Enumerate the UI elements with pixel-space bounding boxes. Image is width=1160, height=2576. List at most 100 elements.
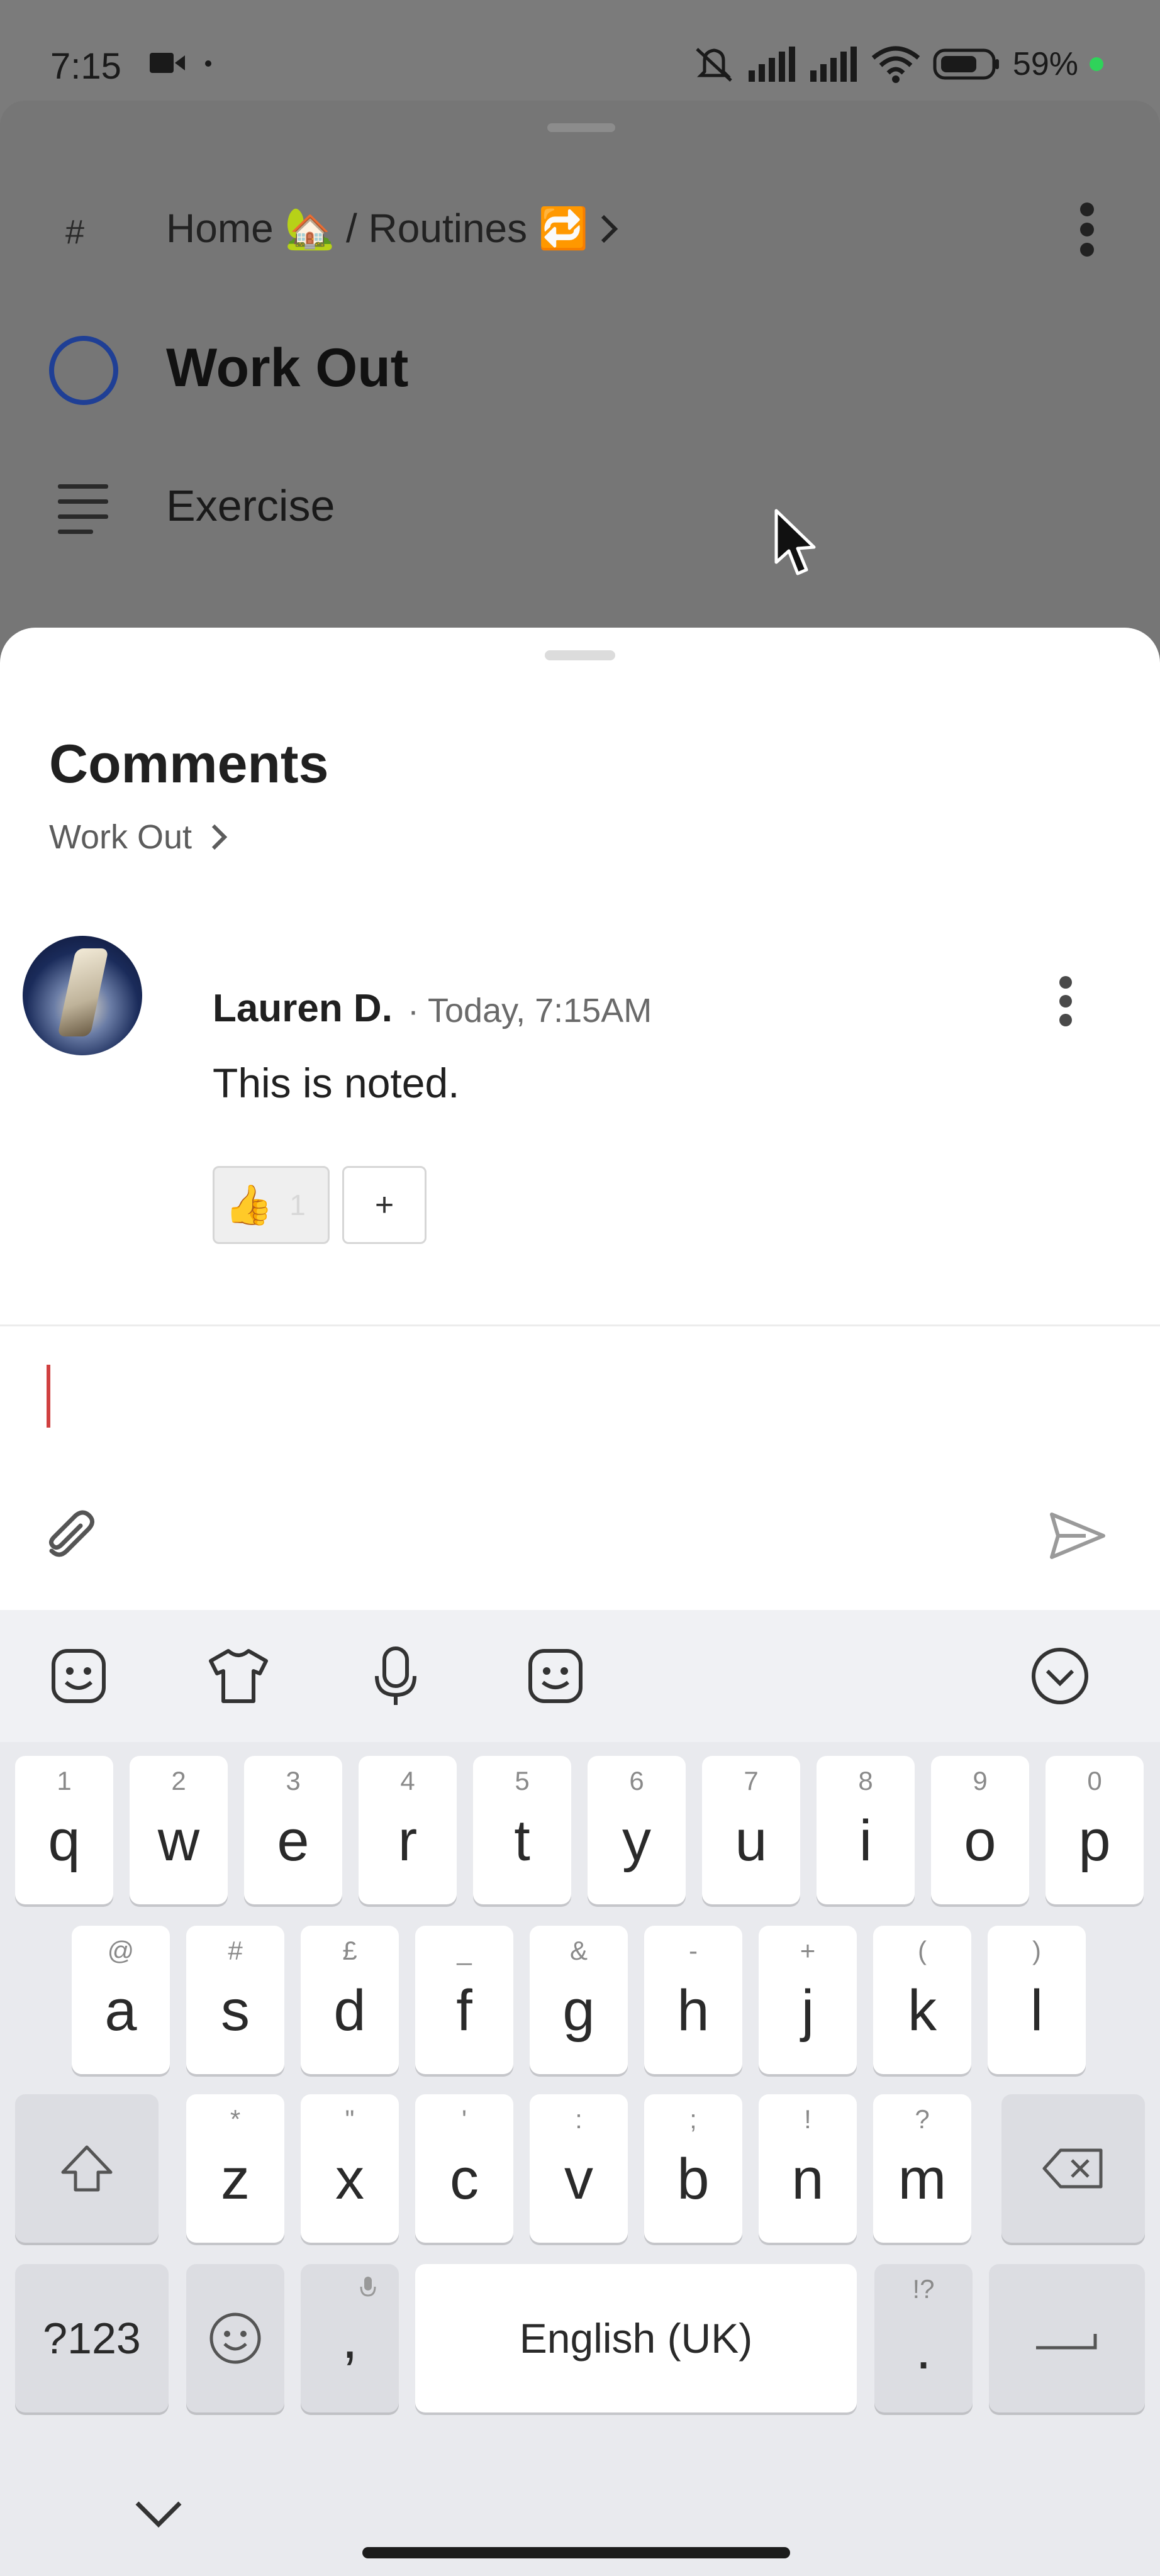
key-e[interactable]: 3e: [244, 1756, 342, 1904]
task-sheet-handle[interactable]: [547, 123, 615, 132]
key-hint: !: [804, 2104, 811, 2134]
home-indicator[interactable]: [362, 2547, 790, 2558]
key-m[interactable]: ? m: [873, 2094, 971, 2243]
key-v[interactable]: :v: [530, 2094, 628, 2243]
key-u[interactable]: 7u: [702, 1756, 800, 1904]
key-l[interactable]: ) l: [988, 1926, 1086, 2074]
breadcrumb-text: Home 🏡 / Routines 🔁: [166, 206, 589, 251]
status-time: 7:15: [50, 46, 121, 87]
key-i[interactable]: 8i: [817, 1756, 915, 1904]
key-hint: 7: [744, 1766, 759, 1796]
soft-keyboard: 1 q 2 w 3 e 4 r 5 t 6 y 7 u 8 i 9 o 0 p @ a # s £ d _ f & g - h + j(k) l * z…: [0, 1610, 1160, 2576]
shift-icon: [61, 2145, 113, 2192]
newline-icon: [1036, 2334, 1097, 2350]
key-label: ,: [342, 2306, 358, 2370]
task-description[interactable]: Exercise: [166, 480, 335, 531]
key-a[interactable]: @ a: [72, 1926, 170, 2074]
key-x[interactable]: " x: [301, 2094, 399, 2243]
key-label: a: [104, 1978, 137, 2043]
chevron-right-icon: [211, 824, 228, 850]
key-label: j: [801, 1978, 815, 2043]
reaction-thumbs-up-button[interactable]: 👍 1: [213, 1166, 330, 1244]
key-p[interactable]: 0p: [1046, 1756, 1144, 1904]
key-z[interactable]: * z: [186, 2094, 284, 2243]
comma-key[interactable]: ,: [301, 2264, 399, 2412]
microphone-icon[interactable]: [361, 1641, 430, 1711]
task-title[interactable]: Work Out: [166, 337, 408, 399]
key-f[interactable]: _ f: [415, 1926, 513, 2074]
key-label: t: [514, 1808, 530, 1873]
key-hint: 4: [400, 1766, 415, 1796]
comment-item: Lauren D. · Today, 7:15AM This is noted.…: [0, 936, 1160, 1244]
key-h[interactable]: -h: [644, 1926, 742, 2074]
more-options-icon[interactable]: [1078, 203, 1096, 257]
notification-dot-icon: [205, 60, 211, 67]
key-hint: 1: [57, 1766, 72, 1796]
comment-input[interactable]: [47, 1351, 1103, 1439]
key-y[interactable]: 6y: [588, 1756, 686, 1904]
comments-title: Comments: [49, 734, 329, 794]
key-hint: ': [461, 2104, 467, 2134]
paperclip-icon[interactable]: [42, 1507, 98, 1563]
divider: [0, 1324, 1160, 1326]
task-detail-background: 7:15 59% # Home 🏡 / Routines 🔁 Work Out …: [0, 0, 1160, 730]
sticker-face-icon[interactable]: [44, 1641, 113, 1711]
comment-text: This is noted.: [213, 1060, 460, 1106]
key-c[interactable]: ' c: [415, 2094, 513, 2243]
key-label: s: [221, 1978, 250, 2043]
mini-microphone-icon: [360, 2277, 376, 2297]
reaction-count: 1: [289, 1189, 306, 1221]
key-hint: ;: [689, 2104, 697, 2134]
task-checkbox[interactable]: [49, 336, 118, 405]
key-n[interactable]: ! n: [759, 2094, 857, 2243]
wifi-icon: [871, 46, 920, 83]
breadcrumb[interactable]: Home 🏡 / Routines 🔁: [166, 205, 622, 252]
key-label: e: [277, 1808, 310, 1873]
key-hint: 8: [858, 1766, 873, 1796]
key-hint: 3: [286, 1766, 301, 1796]
text-caret: [47, 1365, 50, 1428]
enter-key[interactable]: [989, 2264, 1145, 2412]
key-r[interactable]: 4r: [359, 1756, 457, 1904]
add-reaction-button[interactable]: +: [342, 1166, 427, 1244]
space-key[interactable]: English (UK): [415, 2264, 857, 2412]
avatar[interactable]: [23, 936, 142, 1055]
key-d[interactable]: £ d: [301, 1926, 399, 2074]
symbols-key[interactable]: ?123: [15, 2264, 169, 2412]
key-o[interactable]: 9o: [931, 1756, 1029, 1904]
key-hint: 2: [171, 1766, 186, 1796]
comments-sheet-handle[interactable]: [545, 650, 615, 660]
key-hint: ": [345, 2104, 355, 2134]
key-t[interactable]: 5t: [473, 1756, 571, 1904]
key-b[interactable]: ; b: [644, 2094, 742, 2243]
comment-more-options-icon[interactable]: [1054, 976, 1077, 1029]
key-label: f: [456, 1978, 472, 2043]
key-label: v: [564, 2146, 593, 2211]
emoji-face-icon[interactable]: [521, 1641, 590, 1711]
key-j[interactable]: + j: [759, 1926, 857, 2074]
backspace-key[interactable]: [1001, 2094, 1145, 2243]
key-s[interactable]: # s: [186, 1926, 284, 2074]
key-k[interactable]: (k: [873, 1926, 971, 2074]
key-g[interactable]: & g: [530, 1926, 628, 2074]
description-icon: [58, 484, 108, 545]
key-label: m: [898, 2146, 947, 2211]
key-q[interactable]: 1q: [15, 1756, 113, 1904]
key-label: g: [562, 1978, 595, 2043]
send-icon[interactable]: [1048, 1511, 1106, 1561]
key-label: o: [964, 1808, 996, 1873]
period-key[interactable]: !?.: [874, 2264, 973, 2412]
shift-key[interactable]: [15, 2094, 159, 2243]
key-hint: +: [800, 1936, 816, 1965]
chevron-down-icon[interactable]: [132, 2497, 185, 2531]
key-label: y: [622, 1808, 651, 1873]
key-label: .: [915, 2316, 932, 2381]
comments-task-link[interactable]: Work Out: [49, 818, 230, 857]
theme-shirt-icon[interactable]: [204, 1641, 273, 1711]
key-label: z: [221, 2146, 250, 2211]
hide-keyboard-icon[interactable]: [1025, 1641, 1095, 1711]
key-w[interactable]: 2w: [130, 1756, 228, 1904]
emoji-key[interactable]: [186, 2264, 284, 2412]
key-hint: #: [228, 1936, 243, 1965]
key-hint: ?: [915, 2104, 930, 2134]
